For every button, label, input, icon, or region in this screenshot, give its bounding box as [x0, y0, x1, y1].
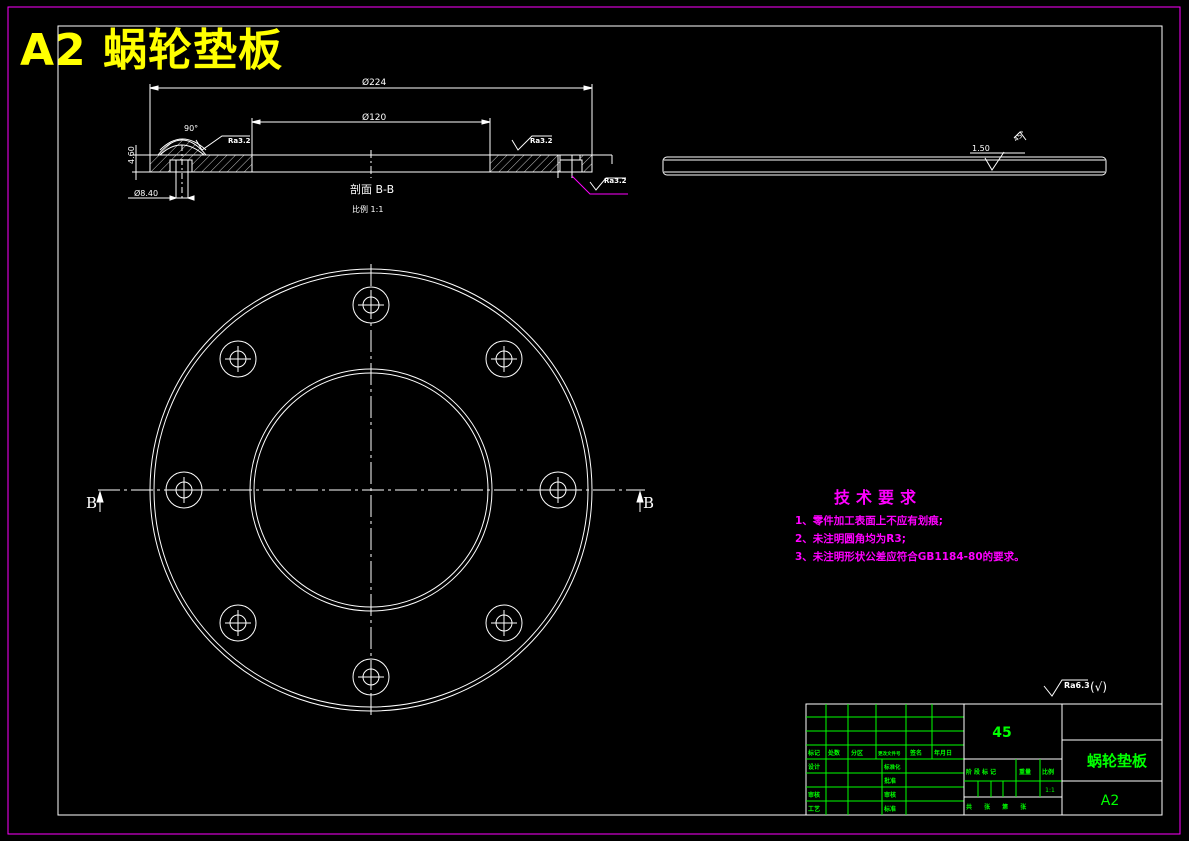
- bolt-hole-bottom-left: [219, 604, 257, 642]
- sheet-title: A2 蜗轮垫板: [20, 25, 283, 76]
- section-mark-right: B: [643, 494, 654, 512]
- drawing-canvas: Ø224 Ø120 4.60 Ø8.40 90° Ra3.2 Ra3.2 Ra3…: [7, 6, 1181, 835]
- role-process: 工艺: [808, 805, 820, 813]
- tech-requirement-item: 1、零件加工表面上不应有划痕;: [795, 515, 944, 527]
- title-block-material: 45: [992, 725, 1011, 741]
- header-stage-mark: 阶段标记: [966, 768, 998, 776]
- label-standardization: 标准化: [883, 763, 901, 771]
- roughness-bottom: Ra3.2: [604, 177, 627, 185]
- role-review: 审核: [808, 791, 820, 799]
- side-dim-label: 1.50: [972, 144, 990, 153]
- side-view: [662, 131, 1107, 176]
- header-zone: 分区: [851, 749, 863, 757]
- dim-outer-diameter: Ø224: [362, 77, 387, 88]
- title-block-scale: 1:1: [1045, 787, 1055, 794]
- roughness-left: Ra3.2: [228, 137, 251, 145]
- dim-hole-diameter: Ø8.40: [134, 188, 158, 198]
- tech-requirements-title: 技术要求: [834, 488, 923, 507]
- label-standard: 标准: [883, 805, 896, 813]
- tech-requirement-item: 2、未注明圆角均为R3;: [795, 533, 906, 545]
- header-scale: 比例: [1042, 768, 1054, 776]
- header-date: 年月日: [934, 749, 952, 757]
- tech-requirement-item: 3、未注明形状公差应符合GB1184-80的要求。: [795, 551, 1025, 563]
- bolt-hole-left: [165, 471, 203, 509]
- label-review: 审核: [884, 791, 896, 799]
- bolt-hole-top-left: [219, 340, 257, 378]
- label-approve: 批准: [884, 777, 896, 785]
- bolt-hole-bottom: [352, 658, 390, 696]
- section-mark-left: B: [86, 494, 97, 512]
- angle-label: 90°: [184, 124, 198, 133]
- sheet-info: 共 张 第 张: [966, 803, 1031, 811]
- bolt-hole-right: [539, 471, 577, 509]
- dim-thickness: 4.60: [127, 146, 136, 164]
- header-signature: 签名: [909, 749, 922, 757]
- section-scale-label: 比例 1:1: [352, 204, 383, 214]
- header-count: 处数: [827, 749, 841, 757]
- role-design: 设计: [808, 763, 820, 771]
- roughness-right: Ra3.2: [530, 137, 553, 145]
- side-corner-mark: 45°: [1012, 129, 1027, 143]
- inner-frame: [57, 25, 1163, 816]
- title-block-part-name: 蜗轮垫板: [1087, 752, 1148, 770]
- header-mark: 标记: [807, 749, 820, 757]
- section-label: 剖面 B-B: [350, 182, 394, 196]
- general-roughness-value: Ra6.3: [1064, 681, 1090, 690]
- header-change-doc: 更改文件号: [878, 750, 901, 757]
- bolt-hole-bottom-right: [485, 604, 523, 642]
- bolt-hole-top: [352, 286, 390, 324]
- general-roughness-suffix: (√): [1090, 680, 1107, 694]
- title-block-drawing-no: A2: [1101, 793, 1119, 809]
- header-weight: 重量: [1019, 768, 1031, 776]
- bolt-hole-top-right: [485, 340, 523, 378]
- dim-inner-diameter: Ø120: [362, 112, 387, 123]
